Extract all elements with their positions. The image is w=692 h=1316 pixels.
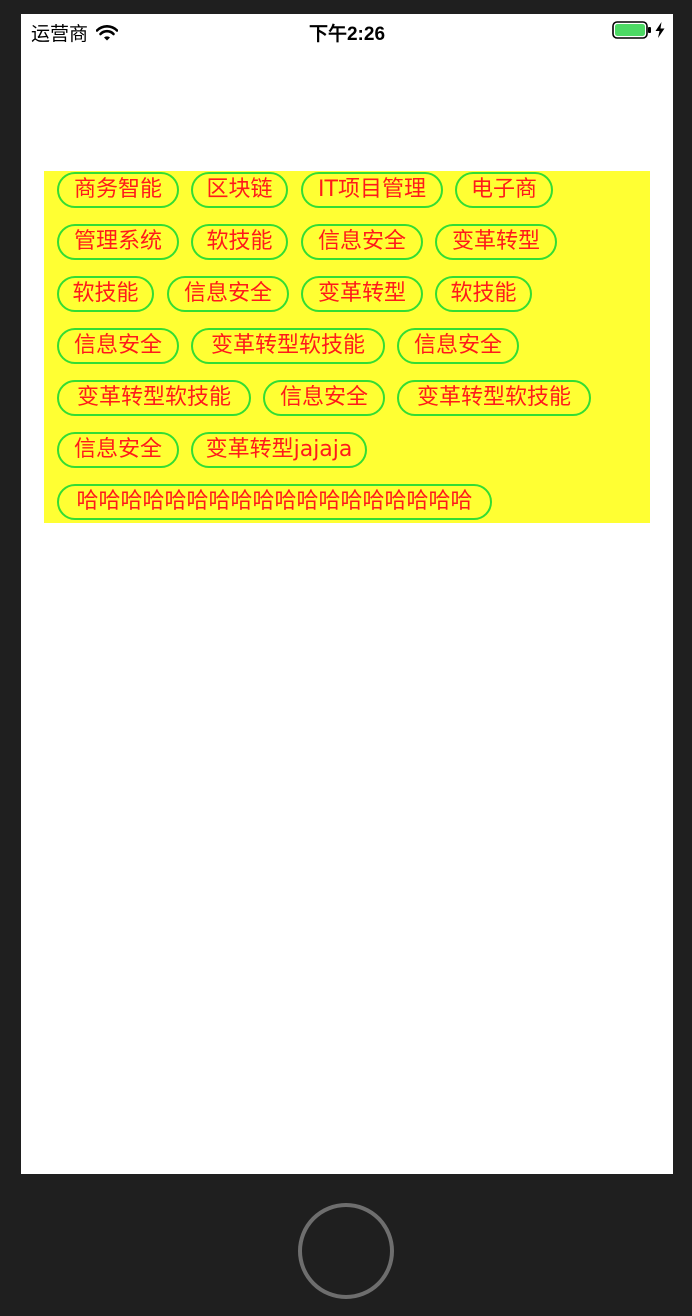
tag-item[interactable]: 商务智能 (57, 172, 179, 208)
tag-item[interactable]: 电子商 (455, 172, 553, 208)
tag-item[interactable]: 软技能 (191, 224, 288, 260)
app-screen: 运营商 下午2:26 商务智能 区块链 IT项目管理 电子商 管理系统 软技能 … (21, 14, 673, 1174)
tag-item[interactable]: 信息安全 (263, 380, 385, 416)
tag-item[interactable]: 哈哈哈哈哈哈哈哈哈哈哈哈哈哈哈哈哈哈 (57, 484, 492, 520)
tag-item[interactable]: 软技能 (57, 276, 154, 312)
tag-cloud-panel: 商务智能 区块链 IT项目管理 电子商 管理系统 软技能 信息安全 变革转型 软技能 信息安全 变革… (44, 171, 650, 523)
tag-item[interactable]: 变革转型jajaja (191, 432, 367, 468)
tag-item[interactable]: 变革转型软技能 (57, 380, 251, 416)
home-button[interactable] (298, 1203, 394, 1299)
tag-item[interactable]: 信息安全 (301, 224, 423, 260)
tag-item[interactable]: 信息安全 (57, 328, 179, 364)
tag-item[interactable]: 软技能 (435, 276, 532, 312)
tag-item[interactable]: 信息安全 (167, 276, 289, 312)
battery-icon (612, 21, 652, 39)
tag-item[interactable]: 变革转型 (435, 224, 557, 260)
tag-item[interactable]: 信息安全 (397, 328, 519, 364)
tag-item[interactable]: IT项目管理 (301, 172, 443, 208)
tag-item[interactable]: 变革转型软技能 (397, 380, 591, 416)
clock: 下午2:26 (308, 24, 386, 45)
tag-item[interactable]: 变革转型 (301, 276, 423, 312)
tag-item[interactable]: 变革转型软技能 (191, 328, 385, 364)
tag-item[interactable]: 区块链 (191, 172, 288, 208)
tag-item[interactable]: 管理系统 (57, 224, 179, 260)
charging-bolt-icon (655, 22, 665, 38)
battery-indicator (612, 21, 665, 39)
status-bar: 运营商 下午2:26 (21, 14, 673, 48)
tag-item[interactable]: 信息安全 (57, 432, 179, 468)
phone-device: 运营商 下午2:26 商务智能 区块链 IT项目管理 电子商 管理系统 软技能 … (0, 0, 692, 1316)
